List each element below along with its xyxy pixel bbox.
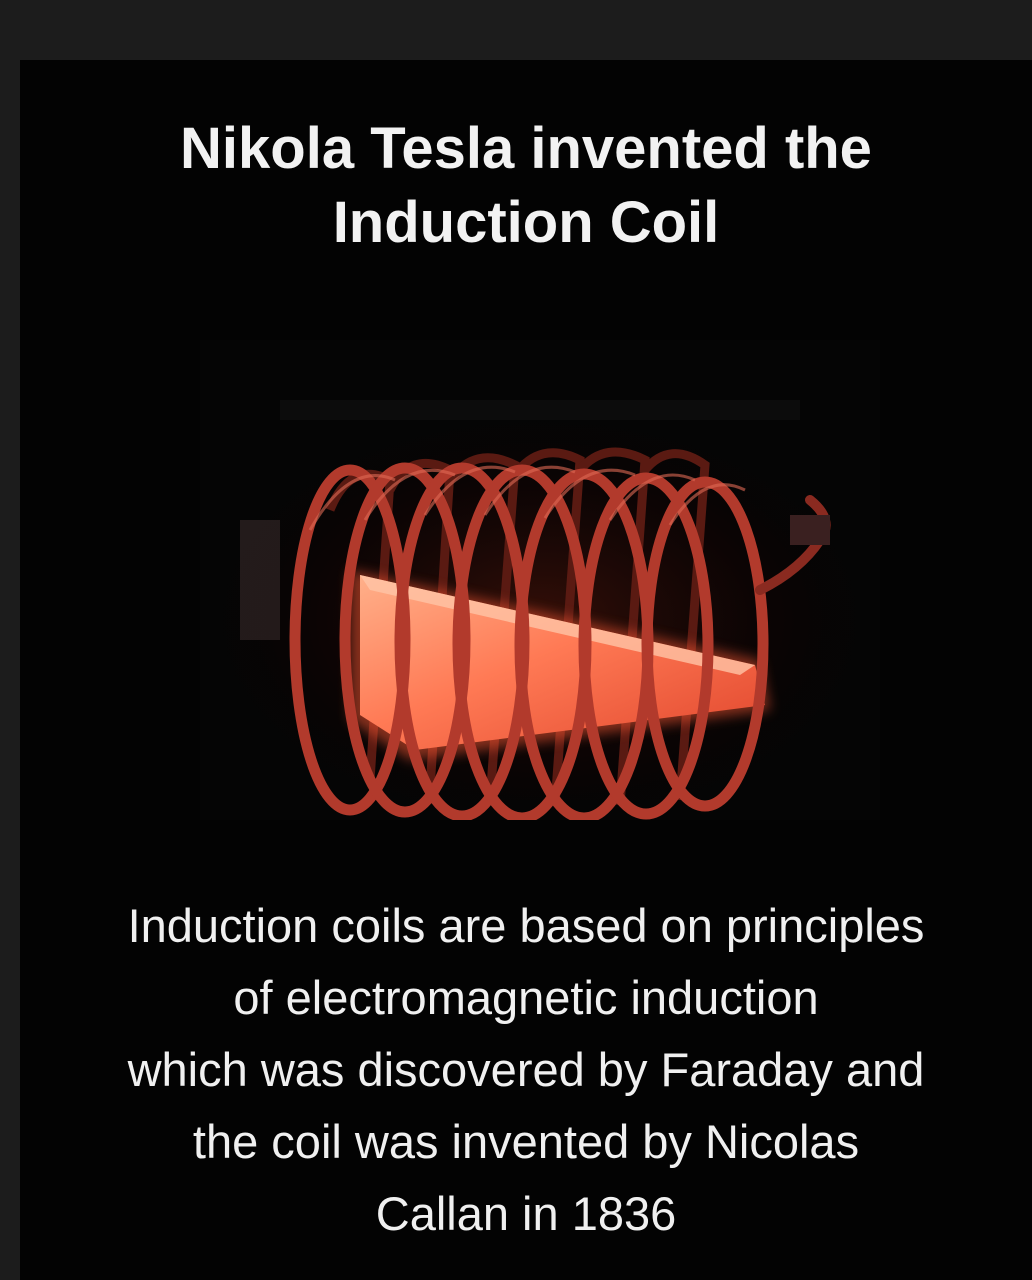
title-line-2: Induction Coil bbox=[332, 190, 720, 255]
caption-line-3: which was discovered by Faraday and bbox=[127, 1043, 925, 1096]
caption-line-5: Callan in 1836 bbox=[375, 1187, 677, 1240]
title-line-1: Nikola Tesla invented the bbox=[180, 116, 872, 181]
card-title: Nikola Tesla invented the Induction Coil bbox=[20, 112, 1032, 260]
caption-line-2: of electromagnetic induction bbox=[233, 971, 819, 1024]
caption-line-1: Induction coils are based on principles bbox=[127, 899, 925, 952]
fact-card: Nikola Tesla invented the Induction Coil bbox=[20, 60, 1032, 1280]
induction-coil-icon bbox=[200, 340, 880, 820]
caption-text: Induction coils are based on principles … bbox=[20, 890, 1032, 1250]
screen-background: Nikola Tesla invented the Induction Coil bbox=[0, 0, 1032, 1280]
caption-line-4: the coil was invented by Nicolas bbox=[192, 1115, 860, 1168]
induction-coil-image bbox=[200, 340, 880, 820]
